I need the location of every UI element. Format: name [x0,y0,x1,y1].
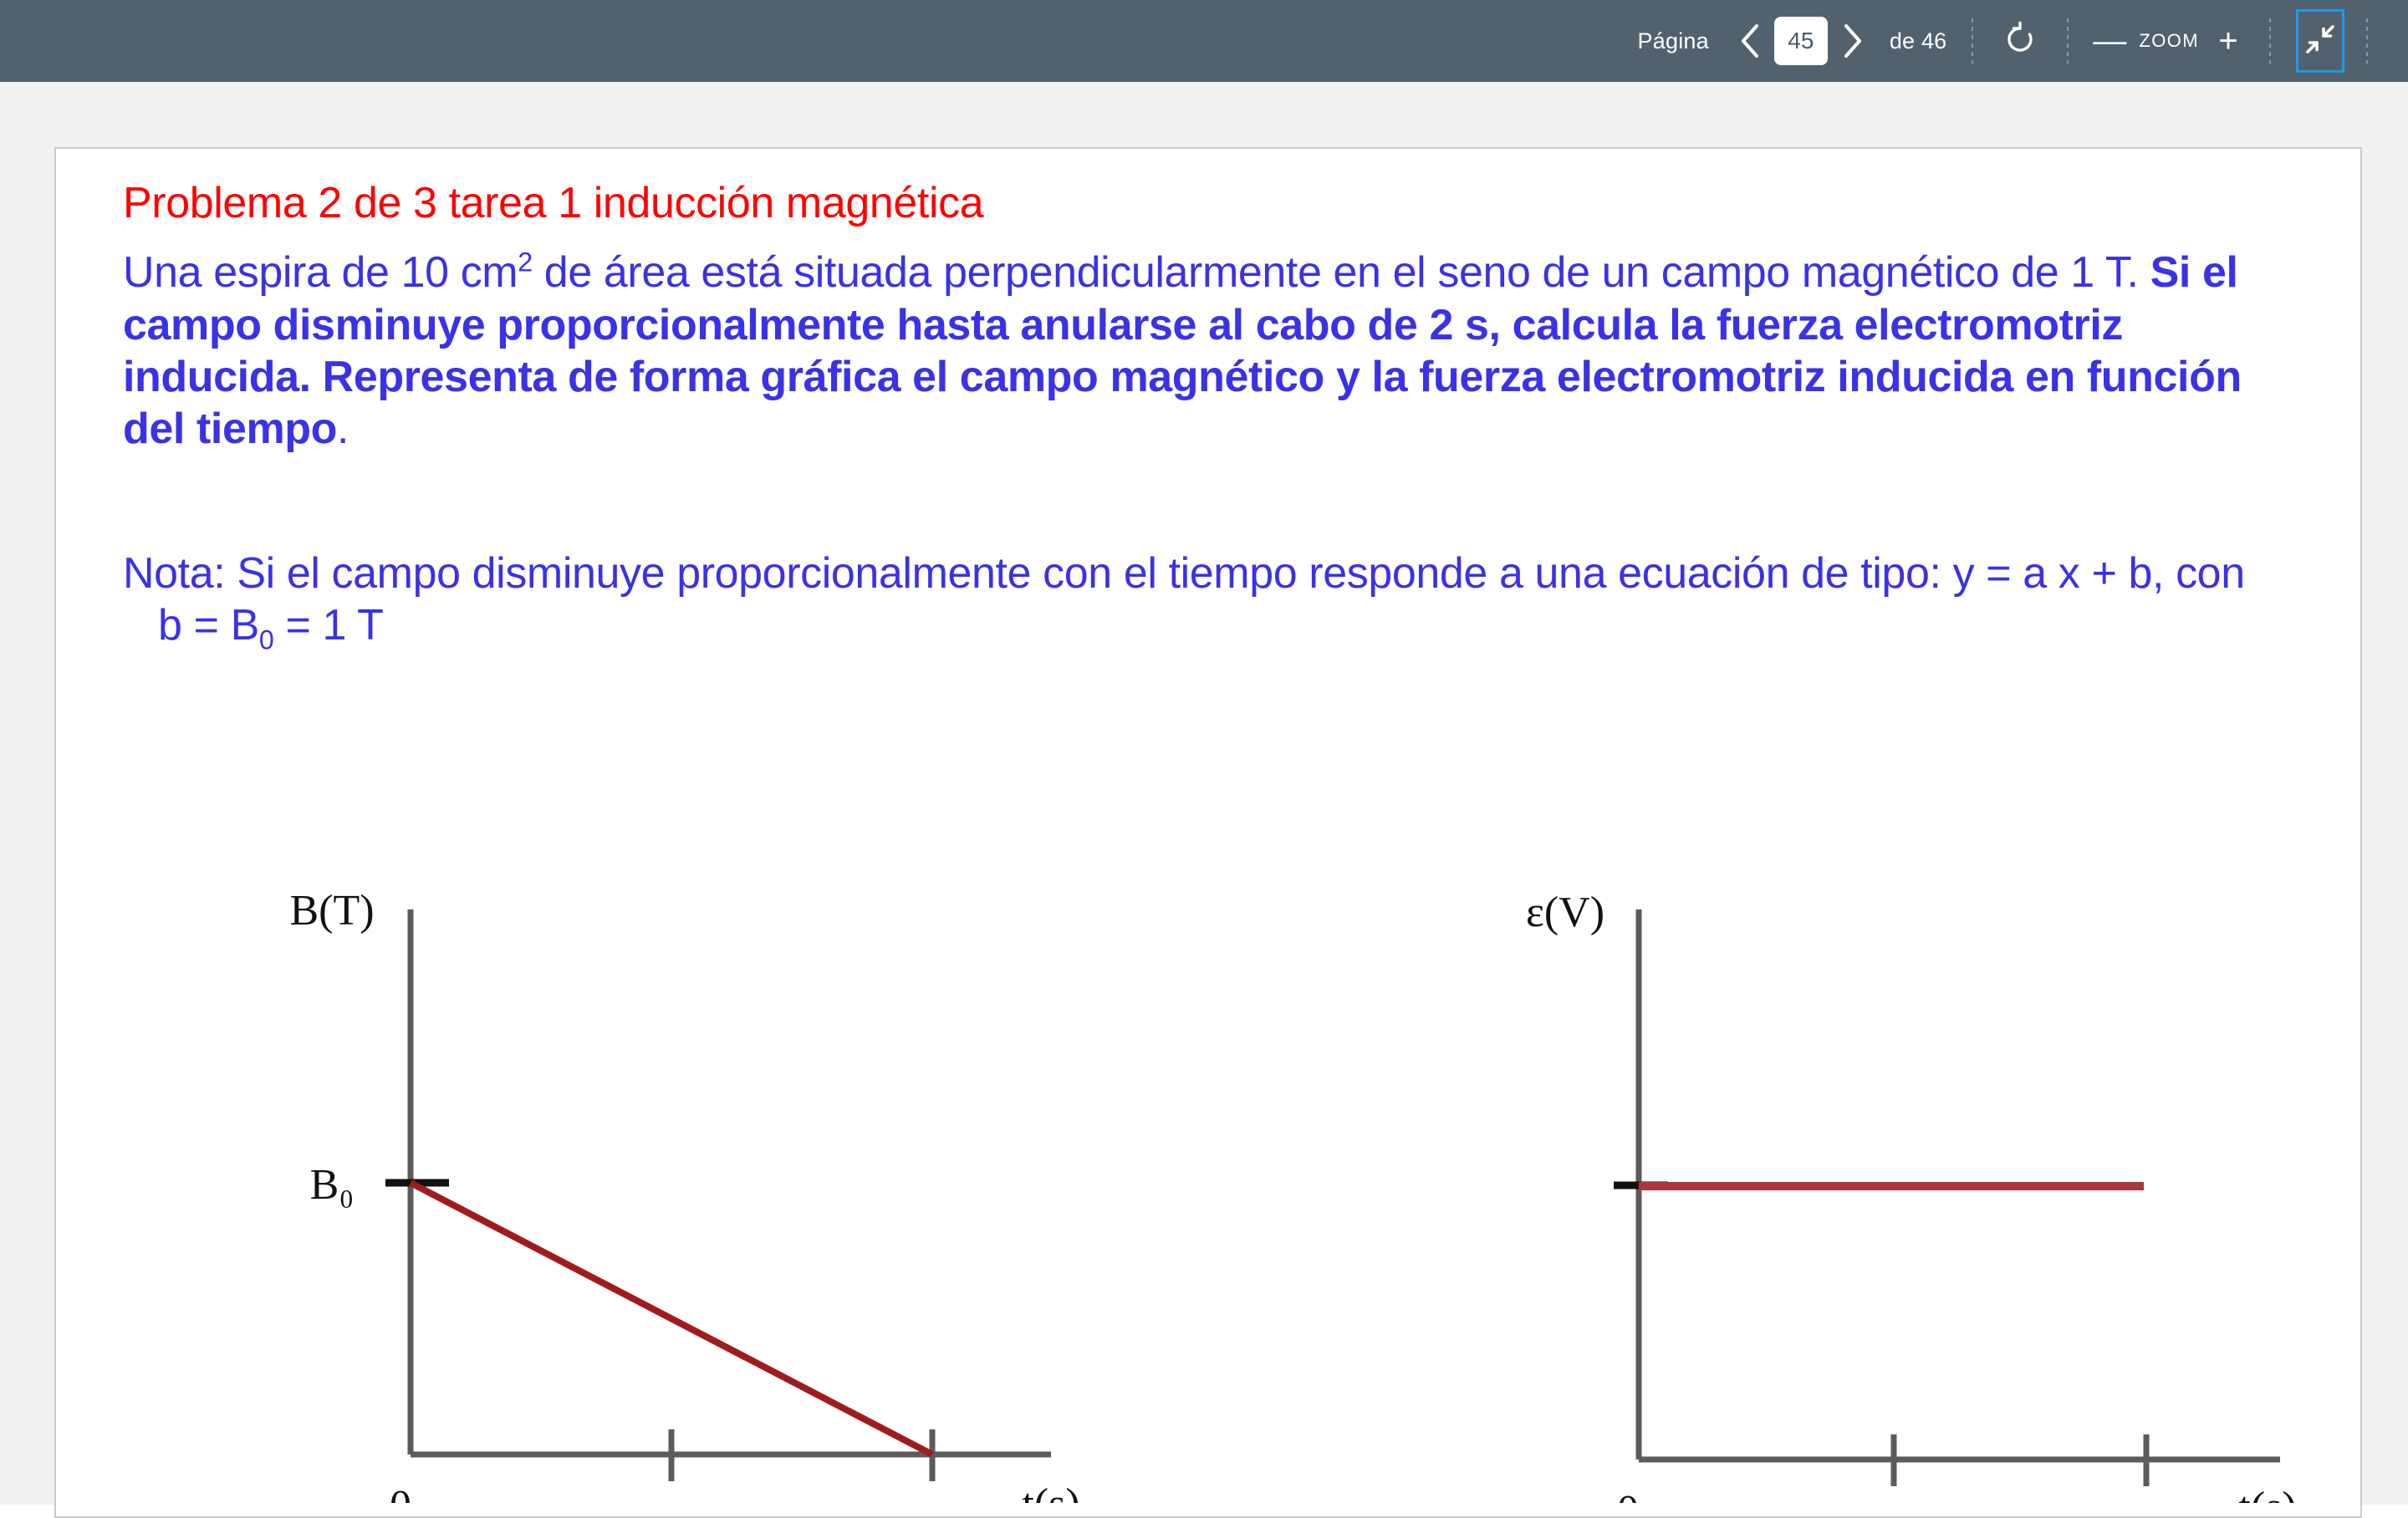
page-navigation-group: Página 45 de 46 [1638,0,1951,82]
slide-content: Problema 2 de 3 tarea 1 inducción magnét… [123,179,2330,655]
problem-note: Nota: Si el campo disminuye proporcional… [123,548,2263,655]
toolbar-separator-2 [2067,18,2069,64]
figures-row: B(T) B₀ 0 1 2 t(s) [56,884,2360,1503]
chevron-left-icon [1739,23,1761,59]
zoom-group: — ZOOM + [2090,0,2247,82]
pdf-viewer-area[interactable]: Problema 2 de 3 tarea 1 inducción magnét… [0,82,2408,1518]
emf-chart-origin-label: 0 [1617,1487,1639,1503]
note-equation-part-1: b = B [158,601,259,650]
problem-statement: Una espira de 10 cm2 de área está situad… [123,247,2314,456]
pdf-page: Problema 2 de 3 tarea 1 inducción magnét… [54,147,2362,1518]
previous-page-button[interactable] [1731,18,1769,64]
statement-superscript: 2 [518,247,533,278]
zoom-in-button[interactable]: + [2209,24,2247,58]
emf-chart-x-axis-label: t(s) [2238,1484,2296,1503]
b-chart-x-tick-label-2: 2 [921,1500,943,1503]
toolbar-separator-1 [1972,18,1974,64]
page-title: Problema 2 de 3 tarea 1 inducción magnét… [123,179,984,227]
b-chart-origin-label: 0 [390,1482,411,1503]
b-chart-y-tick-label: B₀ [310,1161,355,1209]
note-equation-subscript: 0 [258,624,274,655]
page-number-input[interactable]: 45 [1773,17,1828,65]
zoom-out-button[interactable]: — [2090,24,2129,58]
page-number-value: 45 [1788,28,1814,53]
rotate-icon [2002,21,2038,62]
pdf-toolbar: Página 45 de 46 — ZOOM + [0,0,2408,82]
figures-svg: B(T) B₀ 0 1 2 t(s) [289,887,2297,1503]
statement-part-1: Una espira de 10 cm [123,248,518,298]
emf-chart-y-axis-label: ε(V) [1526,889,1604,936]
exit-fullscreen-button[interactable] [2296,9,2344,73]
chevron-right-icon [1841,23,1863,59]
chart-magnetic-field: B(T) B₀ 0 1 2 t(s) [289,887,1079,1503]
next-page-button[interactable] [1833,18,1871,64]
b-chart-x-tick-label-1: 1 [661,1500,682,1503]
total-pages-label: de 46 [1889,28,1947,53]
toolbar-separator-3 [2269,18,2271,64]
note-text: Nota: Si el campo disminuye proporcional… [123,548,2245,598]
b-chart-x-axis-label: t(s) [1022,1480,1079,1503]
chart-emf: ε(V) 0 1 2 t(s) [1526,889,2297,1503]
b-chart-data-line [409,1179,934,1458]
toolbar-separator-4 [2366,18,2368,64]
zoom-label: ZOOM [2139,30,2199,51]
b-chart-y-axis-label: B(T) [289,887,374,935]
note-equation-part-2: = 1 T [273,601,384,650]
rotate-button[interactable] [1995,16,2045,66]
statement-part-2: de área está situada perpendicularmente … [532,248,2150,298]
page-label: Página [1637,28,1709,53]
statement-part-4: . [337,405,349,454]
exit-fullscreen-icon [2303,23,2337,60]
